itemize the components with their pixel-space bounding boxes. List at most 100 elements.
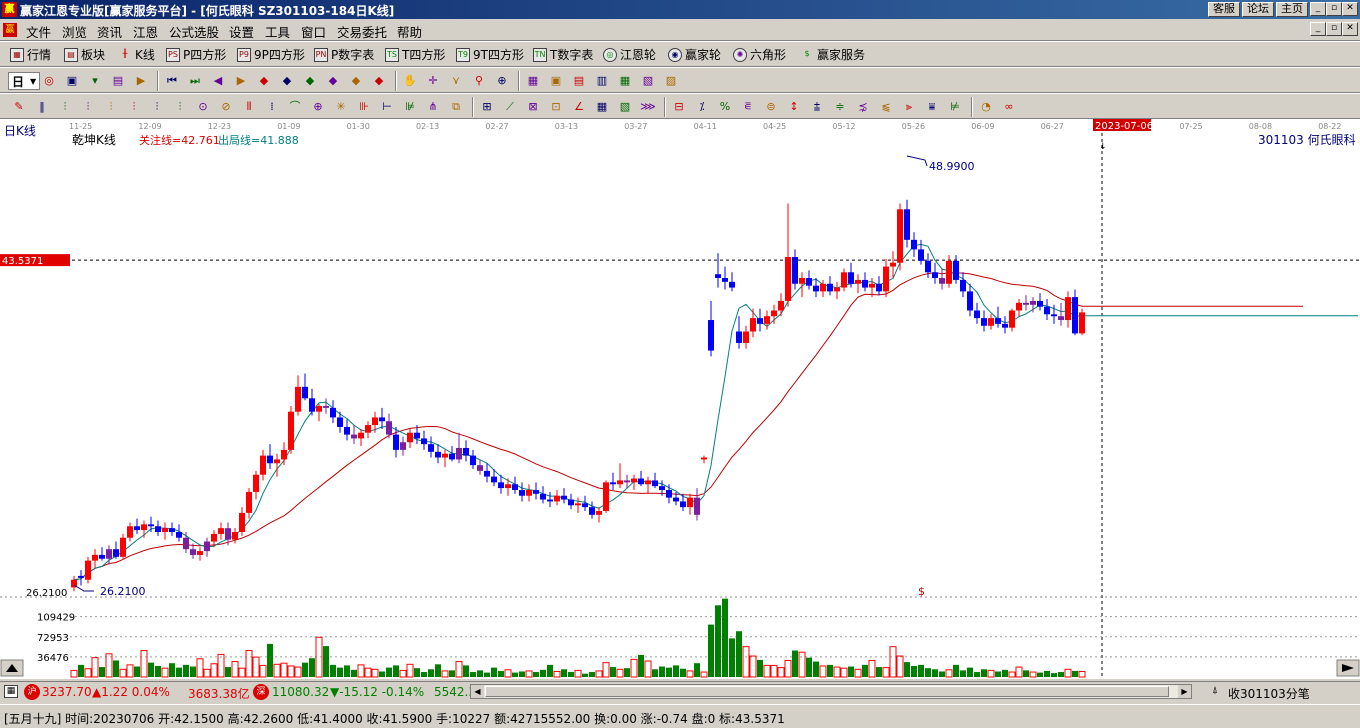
close-button[interactable]: ✕ <box>1342 2 1358 16</box>
mark2-icon[interactable]: ◆ <box>278 72 296 90</box>
bars-icon[interactable]: ‖ <box>33 98 51 116</box>
circle-icon[interactable]: ⊙ <box>194 98 212 116</box>
flag-icon[interactable]: ▶ <box>132 72 150 90</box>
pie-icon[interactable]: ◔ <box>977 98 995 116</box>
toolbar-kline[interactable]: ╫ K线 <box>118 46 155 63</box>
kline-chart-area[interactable]: 11-25 12-09 12-23 01-09 01-30 02-13 02-27 03-13… <box>0 119 1360 679</box>
fib4-icon[interactable]: ⫹ <box>877 98 895 116</box>
menu-file[interactable]: 文件 <box>26 22 51 41</box>
mline-icon[interactable]: ⊯ <box>401 98 419 116</box>
menu-trade[interactable]: 交易委托 <box>337 22 387 41</box>
equal-icon[interactable]: ⊜ <box>762 98 780 116</box>
levels-icon[interactable]: ⋷ <box>739 98 757 116</box>
fib7-icon[interactable]: ⊭ <box>946 98 964 116</box>
fork5-icon[interactable]: ⫶ <box>148 98 166 116</box>
toolbar-gann-wheel[interactable]: ◎ 江恩轮 <box>603 46 656 63</box>
fork4-icon[interactable]: ⫶ <box>125 98 143 116</box>
mark3-icon[interactable]: ◆ <box>301 72 319 90</box>
last-icon[interactable]: ⏭ <box>186 72 204 90</box>
grid-icon[interactable]: ▦ <box>4 685 18 698</box>
cross-box-icon[interactable]: ⊠ <box>524 98 542 116</box>
tline-icon[interactable]: ⊢ <box>378 98 396 116</box>
child-close-button[interactable]: ✕ <box>1342 22 1358 36</box>
table-icon[interactable]: ▣ <box>547 72 565 90</box>
fib-icon[interactable]: ⩲ <box>808 98 826 116</box>
fork6-icon[interactable]: ⫶ <box>171 98 189 116</box>
menu-formula-select[interactable]: 公式选股 <box>169 22 219 41</box>
grid2-icon[interactable]: ▦ <box>593 98 611 116</box>
arrows-icon[interactable]: ⋙ <box>639 98 657 116</box>
hand-icon[interactable]: ✋ <box>401 72 419 90</box>
mark4-icon[interactable]: ◆ <box>324 72 342 90</box>
print-icon[interactable]: ▧ <box>639 72 657 90</box>
chart-icon[interactable]: ▥ <box>593 72 611 90</box>
toolbar-winner-wheel[interactable]: ◉ 赢家轮 <box>668 46 721 63</box>
split-icon[interactable]: ⋔ <box>424 98 442 116</box>
sh-index-badge[interactable]: 沪 <box>24 684 40 700</box>
child-minimize-button[interactable]: _ <box>1310 22 1326 36</box>
horizontal-scrollbar[interactable]: ◀ ▶ <box>470 684 1192 699</box>
wave-icon[interactable]: ⁒ <box>693 98 711 116</box>
toolbar-quotes[interactable]: ▦ 行情 <box>10 46 51 63</box>
first-icon[interactable]: ⏮ <box>163 72 181 90</box>
toolbar-9t-square[interactable]: T9 9T四方形 <box>456 46 524 63</box>
forum-link[interactable]: 论坛 <box>1242 2 1274 17</box>
next-icon[interactable]: ▶ <box>232 72 250 90</box>
fib5-icon[interactable]: ⫸ <box>900 98 918 116</box>
fork-icon[interactable]: ⫶ <box>56 98 74 116</box>
scrollbar-thumb[interactable] <box>485 686 1169 697</box>
grid3-icon[interactable]: ▧ <box>616 98 634 116</box>
toolbar-p-square[interactable]: PS P四方形 <box>166 46 226 63</box>
square-icon[interactable]: ⊡ <box>547 98 565 116</box>
sheet-icon[interactable]: ▤ <box>109 72 127 90</box>
ray-icon[interactable]: ⟋ <box>501 98 519 116</box>
box-icon[interactable]: ⧉ <box>447 98 465 116</box>
angle-icon[interactable]: ∠ <box>570 98 588 116</box>
channel-icon[interactable]: ⫴ <box>240 98 258 116</box>
zoom-icon[interactable]: ◎ <box>40 72 58 90</box>
mark5-icon[interactable]: ◆ <box>347 72 365 90</box>
menu-tools[interactable]: 工具 <box>265 22 290 41</box>
line-icon[interactable]: ⋎ <box>447 72 465 90</box>
save-icon[interactable]: ▦ <box>616 72 634 90</box>
menu-info[interactable]: 资讯 <box>97 22 122 41</box>
dropdown-icon[interactable]: ▾ <box>86 72 104 90</box>
dots-icon[interactable]: ⁞ <box>263 98 281 116</box>
fork2-icon[interactable]: ⫶ <box>79 98 97 116</box>
grid-icon[interactable]: ⊞ <box>478 98 496 116</box>
minimize-button[interactable]: _ <box>1310 2 1326 16</box>
scroll-left-icon[interactable]: ◀ <box>471 685 484 698</box>
fib2-icon[interactable]: ≑ <box>831 98 849 116</box>
fib6-icon[interactable]: ⩸ <box>923 98 941 116</box>
star-icon[interactable]: ✳ <box>332 98 350 116</box>
scroll-right-icon[interactable]: ▶ <box>1178 685 1191 698</box>
fib3-icon[interactable]: ⋨ <box>854 98 872 116</box>
customer-service-link[interactable]: 客服 <box>1208 2 1240 17</box>
fan-icon[interactable]: ⊪ <box>355 98 373 116</box>
menu-gann[interactable]: 江恩 <box>133 22 158 41</box>
arc-icon[interactable]: ⌒ <box>286 98 304 116</box>
kline-chart-svg[interactable]: 11-25 12-09 12-23 01-09 01-30 02-13 02-27 03-13… <box>0 119 1360 679</box>
prev-icon[interactable]: ◀ <box>209 72 227 90</box>
toolbar-p-table[interactable]: PN P数字表 <box>314 46 374 63</box>
updown-icon[interactable]: ↕ <box>785 98 803 116</box>
toolbar-t-square[interactable]: TS T四方形 <box>385 46 445 63</box>
toolbar-9p-square[interactable]: P9 9P四方形 <box>237 46 305 63</box>
infinity-icon[interactable]: ∞ <box>1000 98 1018 116</box>
export-icon[interactable]: ▨ <box>662 72 680 90</box>
menu-window[interactable]: 窗口 <box>301 22 326 41</box>
menu-browse[interactable]: 浏览 <box>62 22 87 41</box>
mark6-icon[interactable]: ◆ <box>370 72 388 90</box>
menu-settings[interactable]: 设置 <box>229 22 254 41</box>
cross-icon[interactable]: ▣ <box>63 72 81 90</box>
sz-index-badge[interactable]: 深 <box>253 684 269 700</box>
restore-button[interactable]: ▫ <box>1326 2 1342 16</box>
mark1-icon[interactable]: ◆ <box>255 72 273 90</box>
fork3-icon[interactable]: ⫶ <box>102 98 120 116</box>
target-icon[interactable]: ⊕ <box>309 98 327 116</box>
target-icon[interactable]: ⊕ <box>493 72 511 90</box>
toolbar-blocks[interactable]: ▤ 板块 <box>64 46 105 63</box>
period-select[interactable]: 日 ▼ <box>8 72 41 90</box>
list-icon[interactable]: ▤ <box>570 72 588 90</box>
percent-icon[interactable]: % <box>716 98 734 116</box>
